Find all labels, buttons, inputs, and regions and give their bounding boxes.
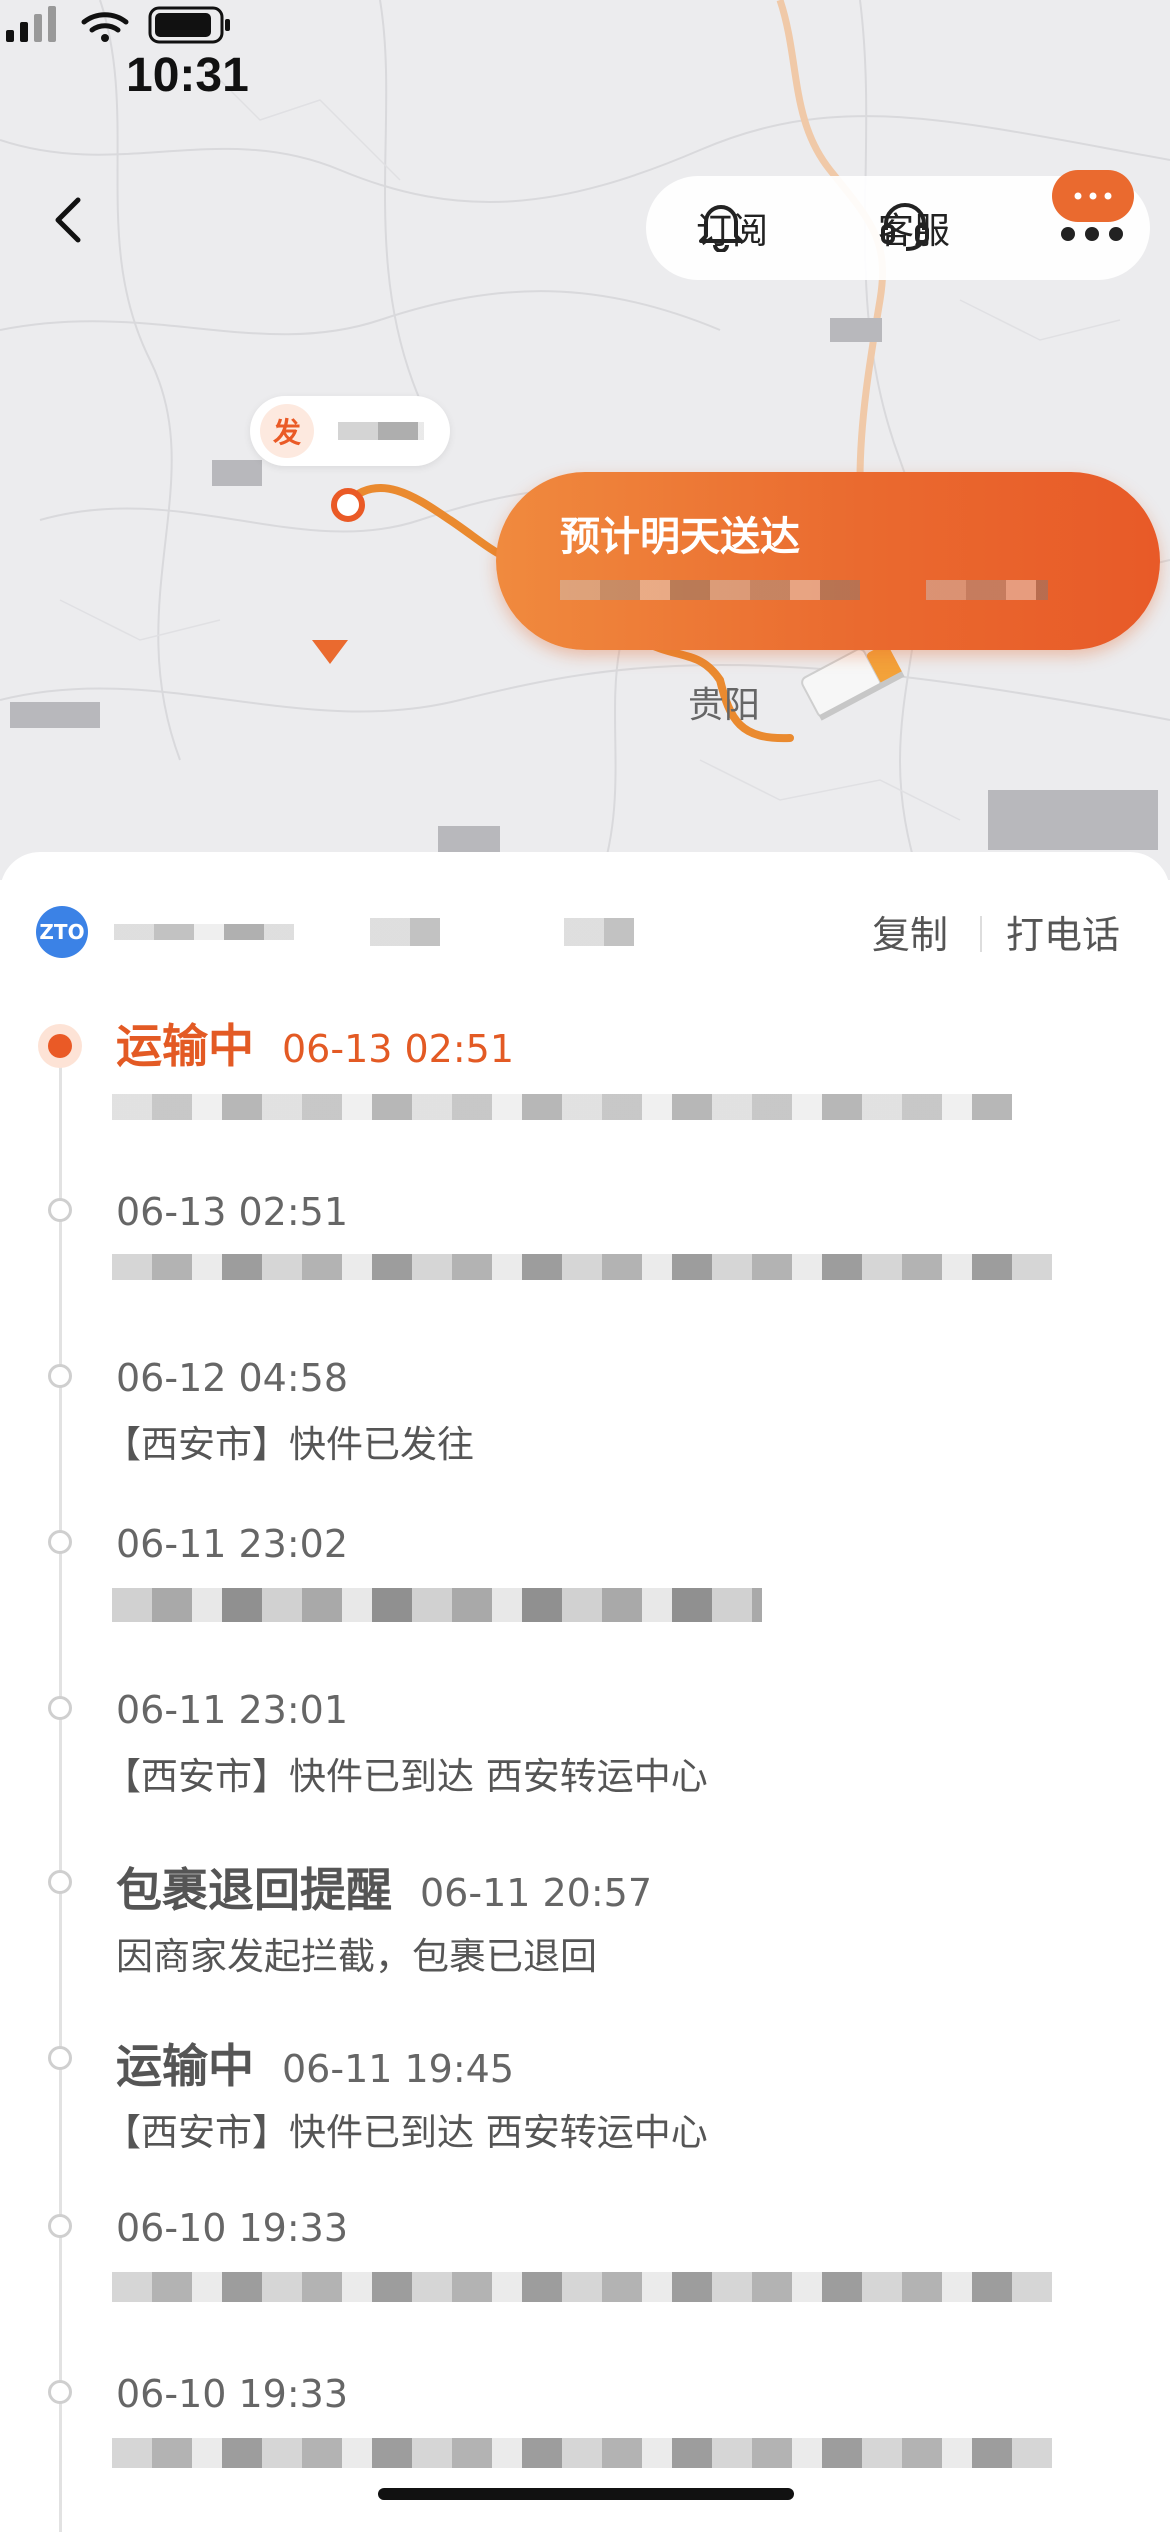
redacted-address <box>560 580 860 600</box>
timeline-dot <box>48 1530 72 1554</box>
city-label: 贵阳 <box>688 685 761 726</box>
carrier-logo: ZTO <box>36 906 88 958</box>
event-time: 06-12 04:58 <box>116 1356 349 1400</box>
wifi-icon <box>81 12 129 42</box>
redacted-desc <box>112 2272 1052 2302</box>
event-time: 06-11 23:01 <box>116 1688 349 1732</box>
event-desc: 因商家发起拦截，包裹已退回 <box>116 1935 597 1978</box>
timeline-dot <box>48 1696 72 1720</box>
origin-pill: 发 <box>250 396 450 466</box>
timeline-dot <box>48 2380 72 2404</box>
eta-bubble-tail <box>312 640 348 664</box>
bell-icon <box>699 205 743 252</box>
status-bar: 10:31 <box>0 0 1170 150</box>
redacted-tracking-no-2 <box>564 918 634 946</box>
carrier-row: ZTO 复制 打电话 <box>0 852 1170 1002</box>
timeline-dot <box>48 1198 72 1222</box>
event-status: 运输中 <box>116 2039 254 2093</box>
map-view[interactable]: 10:31 订阅 客服 发 预计明天送达 贵阳 <box>0 0 1170 880</box>
event-time: 06-10 19:33 <box>116 2372 349 2416</box>
status-time: 10:31 <box>126 49 249 102</box>
event-time: 06-11 23:02 <box>116 1522 349 1566</box>
redacted-origin <box>338 422 424 440</box>
timeline-dot <box>48 2046 72 2070</box>
more-dots-icon <box>1061 227 1123 241</box>
eta-bubble[interactable]: 预计明天送达 <box>496 472 1160 650</box>
status-icons <box>6 6 230 44</box>
cellular-signal-icon <box>6 6 56 42</box>
subscribe-button[interactable]: 订阅 <box>696 198 768 258</box>
back-button[interactable] <box>40 190 100 250</box>
customer-service-button[interactable]: 客服 <box>878 198 950 258</box>
event-head: 06-11 23:02 <box>116 1522 348 1566</box>
timeline-dot <box>48 1364 72 1388</box>
divider <box>980 916 982 952</box>
timeline-dot <box>48 2214 72 2238</box>
event-head: 06-10 19:33 <box>116 2206 348 2250</box>
origin-badge: 发 <box>260 404 314 458</box>
headset-icon <box>881 203 929 251</box>
event-time: 06-11 20:57 <box>420 1871 653 1915</box>
event-time: 06-13 02:51 <box>116 1190 349 1234</box>
eta-title: 预计明天送达 <box>560 514 800 560</box>
chevron-left-icon <box>55 197 81 243</box>
redacted-desc <box>112 1254 1052 1280</box>
event-status: 包裹退回提醒 <box>116 1863 392 1917</box>
top-actions: 订阅 客服 <box>646 170 1150 280</box>
redacted-desc <box>112 1094 1012 1120</box>
event-head: 运输中 06-11 19:45 <box>116 2030 514 2096</box>
timeline-line <box>59 1040 62 2532</box>
redacted-tracking-no <box>370 918 440 946</box>
home-indicator[interactable] <box>378 2488 794 2500</box>
event-time: 06-10 19:33 <box>116 2206 349 2250</box>
event-head: 06-11 23:01 <box>116 1688 348 1732</box>
event-head: 运输中 06-13 02:51 <box>116 1010 514 1076</box>
copy-button[interactable]: 复制 <box>872 904 948 959</box>
event-time: 06-11 19:45 <box>282 2047 515 2091</box>
event-head: 包裹退回提醒 06-11 20:57 <box>116 1854 652 1920</box>
more-menu-button[interactable] <box>1050 170 1142 276</box>
event-head: 06-10 19:33 <box>116 2372 348 2416</box>
timeline-dot <box>48 1870 72 1894</box>
event-time: 06-13 02:51 <box>282 1027 515 1071</box>
redacted-carrier-name <box>114 924 294 940</box>
battery-icon <box>148 6 230 44</box>
event-desc: 【西安市】快件已到达 西安转运中心 <box>104 2111 708 2154</box>
call-button[interactable]: 打电话 <box>1006 904 1120 959</box>
redacted-desc <box>112 1588 762 1622</box>
event-head: 06-12 04:58 <box>116 1356 348 1400</box>
timeline-dot-active <box>38 1024 82 1068</box>
redacted-desc <box>112 2438 1052 2468</box>
redacted-address-2 <box>926 580 1048 600</box>
event-desc: 【西安市】快件已到达 西安转运中心 <box>104 1755 708 1798</box>
event-desc: 【西安市】快件已发往 <box>104 1423 474 1466</box>
origin-marker <box>331 488 365 522</box>
event-head: 06-13 02:51 <box>116 1190 348 1234</box>
event-status: 运输中 <box>116 1019 254 1073</box>
